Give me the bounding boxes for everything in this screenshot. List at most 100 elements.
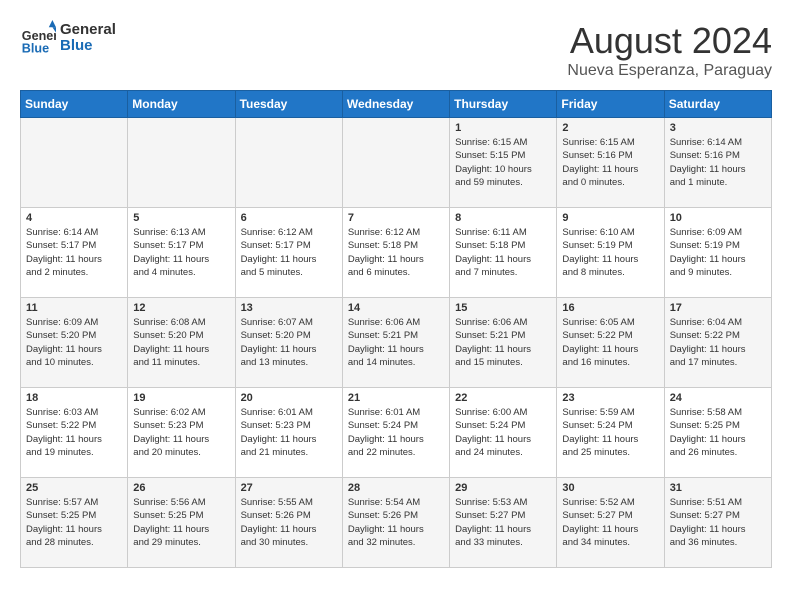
calendar-week-row: 18 Sunrise: 6:03 AMSunset: 5:22 PMDayligh… [21,388,772,478]
day-number: 26 [133,482,229,494]
day-number: 1 [455,122,551,134]
calendar-cell: 21 Sunrise: 6:01 AMSunset: 5:24 PMDayligh… [342,388,449,478]
calendar-week-row: 4 Sunrise: 6:14 AMSunset: 5:17 PMDaylight… [21,208,772,298]
day-info: Sunrise: 6:07 AMSunset: 5:20 PMDaylight:… [241,316,337,369]
day-of-week-header: Wednesday [342,91,449,118]
day-number: 6 [241,212,337,224]
day-number: 31 [670,482,766,494]
day-number: 8 [455,212,551,224]
calendar-cell: 11 Sunrise: 6:09 AMSunset: 5:20 PMDayligh… [21,298,128,388]
day-number: 22 [455,392,551,404]
calendar-cell: 15 Sunrise: 6:06 AMSunset: 5:21 PMDayligh… [450,298,557,388]
day-number: 13 [241,302,337,314]
day-of-week-header: Sunday [21,91,128,118]
page-header: General Blue General Blue August 2024 Nu… [20,20,772,80]
calendar-cell: 12 Sunrise: 6:08 AMSunset: 5:20 PMDayligh… [128,298,235,388]
calendar-cell: 20 Sunrise: 6:01 AMSunset: 5:23 PMDayligh… [235,388,342,478]
calendar-cell: 3 Sunrise: 6:14 AMSunset: 5:16 PMDaylight… [664,118,771,208]
calendar-cell: 19 Sunrise: 6:02 AMSunset: 5:23 PMDayligh… [128,388,235,478]
calendar-cell: 10Sunrise: 6:09 AMSunset: 5:19 PMDayligh… [664,208,771,298]
day-number: 12 [133,302,229,314]
day-number: 19 [133,392,229,404]
day-number: 27 [241,482,337,494]
day-info: Sunrise: 5:57 AMSunset: 5:25 PMDaylight:… [26,496,122,549]
day-info: Sunrise: 5:56 AMSunset: 5:25 PMDaylight:… [133,496,229,549]
calendar-cell: 8 Sunrise: 6:11 AMSunset: 5:18 PMDaylight… [450,208,557,298]
day-number: 21 [348,392,444,404]
day-number: 18 [26,392,122,404]
day-number: 15 [455,302,551,314]
calendar-cell: 24 Sunrise: 5:58 AMSunset: 5:25 PMDayligh… [664,388,771,478]
day-of-week-header: Saturday [664,91,771,118]
calendar-cell: 2Sunrise: 6:15 AMSunset: 5:16 PMDaylight… [557,118,664,208]
day-number: 11 [26,302,122,314]
calendar-table: SundayMondayTuesdayWednesdayThursdayFrid… [20,90,772,568]
day-of-week-header: Thursday [450,91,557,118]
day-info: Sunrise: 6:09 AMSunset: 5:20 PMDaylight:… [26,316,122,369]
day-number: 10 [670,212,766,224]
day-info: Sunrise: 5:54 AMSunset: 5:26 PMDaylight:… [348,496,444,549]
day-number: 3 [670,122,766,134]
day-number: 25 [26,482,122,494]
title-area: August 2024 Nueva Esperanza, Paraguay [567,20,772,80]
day-number: 4 [26,212,122,224]
svg-text:Blue: Blue [22,41,49,55]
calendar-cell: 22 Sunrise: 6:00 AMSunset: 5:24 PMDayligh… [450,388,557,478]
logo-icon: General Blue [20,20,56,56]
subtitle: Nueva Esperanza, Paraguay [567,62,772,80]
day-info: Sunrise: 5:58 AMSunset: 5:25 PMDaylight:… [670,406,766,459]
day-info: Sunrise: 6:06 AMSunset: 5:21 PMDaylight:… [455,316,551,369]
logo-blue: Blue [60,38,116,55]
calendar-cell: 9Sunrise: 6:10 AMSunset: 5:19 PMDaylight… [557,208,664,298]
day-number: 29 [455,482,551,494]
day-info: Sunrise: 6:02 AMSunset: 5:23 PMDaylight:… [133,406,229,459]
calendar-week-row: 25 Sunrise: 5:57 AMSunset: 5:25 PMDayligh… [21,478,772,568]
day-info: Sunrise: 6:11 AMSunset: 5:18 PMDaylight:… [455,226,551,279]
calendar-header: SundayMondayTuesdayWednesdayThursdayFrid… [21,91,772,118]
calendar-cell: 5Sunrise: 6:13 AMSunset: 5:17 PMDaylight… [128,208,235,298]
calendar-cell: 27 Sunrise: 5:55 AMSunset: 5:26 PMDayligh… [235,478,342,568]
calendar-cell: 28Sunrise: 5:54 AMSunset: 5:26 PMDayligh… [342,478,449,568]
day-number: 20 [241,392,337,404]
day-number: 24 [670,392,766,404]
calendar-cell: 17Sunrise: 6:04 AMSunset: 5:22 PMDayligh… [664,298,771,388]
day-number: 17 [670,302,766,314]
day-info: Sunrise: 6:05 AMSunset: 5:22 PMDaylight:… [562,316,658,369]
day-info: Sunrise: 6:13 AMSunset: 5:17 PMDaylight:… [133,226,229,279]
day-info: Sunrise: 6:14 AMSunset: 5:17 PMDaylight:… [26,226,122,279]
calendar-week-row: 1 Sunrise: 6:15 AMSunset: 5:15 PMDaylight… [21,118,772,208]
logo: General Blue General Blue [20,20,116,56]
day-info: Sunrise: 6:00 AMSunset: 5:24 PMDaylight:… [455,406,551,459]
day-of-week-header: Monday [128,91,235,118]
day-info: Sunrise: 6:06 AMSunset: 5:21 PMDaylight:… [348,316,444,369]
logo-general: General [60,22,116,39]
main-title: August 2024 [567,20,772,62]
day-info: Sunrise: 6:15 AMSunset: 5:15 PMDaylight:… [455,136,551,189]
day-info: Sunrise: 6:12 AMSunset: 5:18 PMDaylight:… [348,226,444,279]
day-number: 16 [562,302,658,314]
day-info: Sunrise: 6:01 AMSunset: 5:24 PMDaylight:… [348,406,444,459]
calendar-cell: 14 Sunrise: 6:06 AMSunset: 5:21 PMDayligh… [342,298,449,388]
calendar-cell: 26 Sunrise: 5:56 AMSunset: 5:25 PMDayligh… [128,478,235,568]
calendar-cell: 1 Sunrise: 6:15 AMSunset: 5:15 PMDaylight… [450,118,557,208]
calendar-cell: 18 Sunrise: 6:03 AMSunset: 5:22 PMDayligh… [21,388,128,478]
calendar-week-row: 11 Sunrise: 6:09 AMSunset: 5:20 PMDayligh… [21,298,772,388]
day-info: Sunrise: 5:52 AMSunset: 5:27 PMDaylight:… [562,496,658,549]
calendar-cell: 7Sunrise: 6:12 AMSunset: 5:18 PMDaylight… [342,208,449,298]
calendar-cell: 23Sunrise: 5:59 AMSunset: 5:24 PMDayligh… [557,388,664,478]
day-info: Sunrise: 5:55 AMSunset: 5:26 PMDaylight:… [241,496,337,549]
calendar-cell: 13 Sunrise: 6:07 AMSunset: 5:20 PMDayligh… [235,298,342,388]
day-of-week-header: Friday [557,91,664,118]
day-of-week-header: Tuesday [235,91,342,118]
day-number: 14 [348,302,444,314]
calendar-cell [342,118,449,208]
day-info: Sunrise: 6:01 AMSunset: 5:23 PMDaylight:… [241,406,337,459]
day-info: Sunrise: 6:08 AMSunset: 5:20 PMDaylight:… [133,316,229,369]
day-info: Sunrise: 6:14 AMSunset: 5:16 PMDaylight:… [670,136,766,189]
calendar-cell [235,118,342,208]
calendar-cell: 25 Sunrise: 5:57 AMSunset: 5:25 PMDayligh… [21,478,128,568]
calendar-cell: 31 Sunrise: 5:51 AMSunset: 5:27 PMDayligh… [664,478,771,568]
day-info: Sunrise: 6:03 AMSunset: 5:22 PMDaylight:… [26,406,122,459]
day-info: Sunrise: 5:51 AMSunset: 5:27 PMDaylight:… [670,496,766,549]
day-number: 2 [562,122,658,134]
